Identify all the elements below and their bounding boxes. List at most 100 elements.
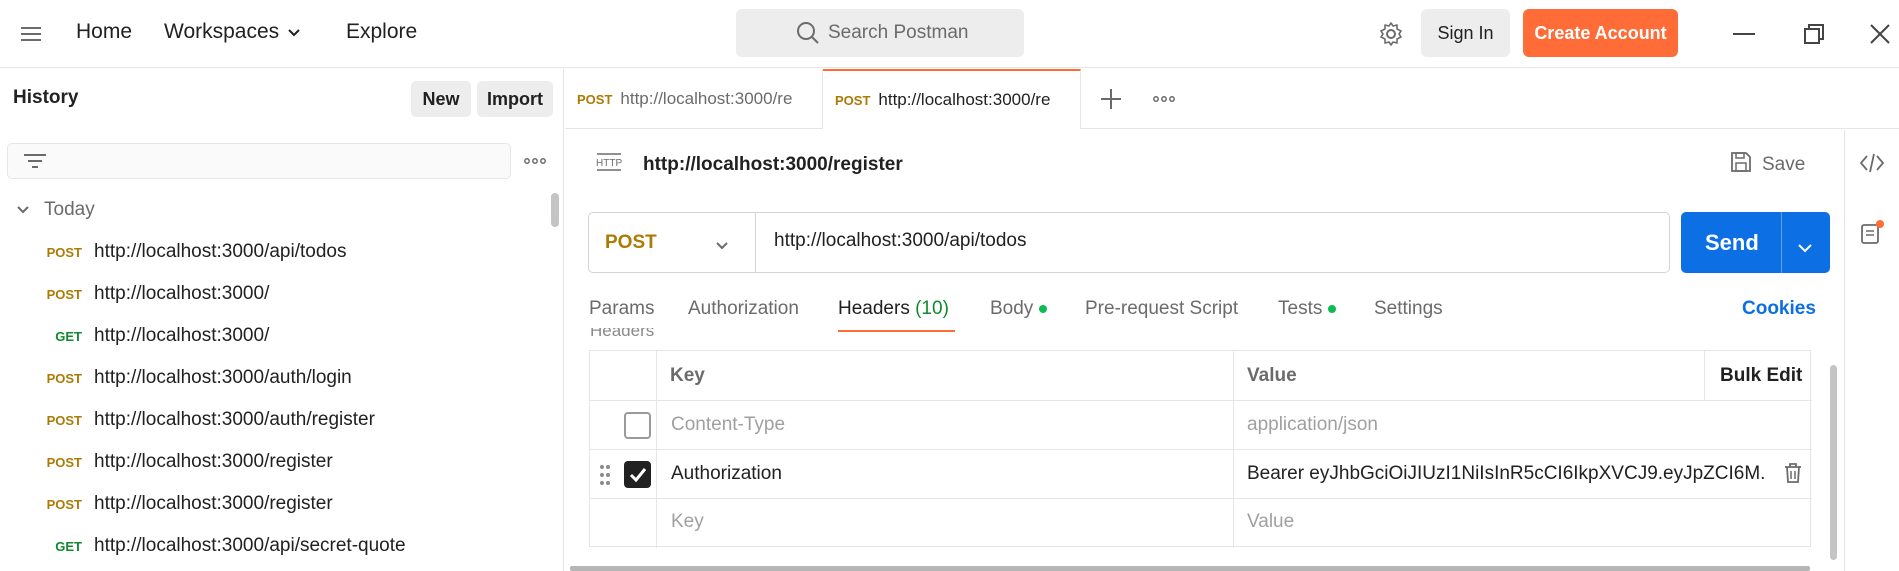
url-bar: POST http://localhost:3000/api/todos [588, 212, 1670, 273]
history-group-today[interactable]: Today [16, 199, 95, 221]
restore-icon[interactable] [1800, 21, 1828, 47]
history-item-url: http://localhost:3000/api/todos [94, 241, 347, 262]
create-account-button[interactable]: Create Account [1523, 9, 1678, 57]
documentation-icon[interactable] [1857, 218, 1887, 248]
url-input[interactable]: http://localhost:3000/api/todos [774, 230, 1026, 252]
tab-pre-request-script[interactable]: Pre-request Script [1085, 298, 1238, 320]
new-header-key-input[interactable]: Key [671, 511, 704, 533]
tab-headers[interactable]: Headers (10) [838, 298, 949, 320]
chevron-down-icon [16, 199, 30, 221]
column-header-key: Key [670, 365, 705, 386]
nav-home[interactable]: Home [76, 20, 132, 44]
nav-explore[interactable]: Explore [346, 20, 417, 44]
code-icon[interactable] [1857, 150, 1887, 176]
request-tab-url: http://localhost:3000/re [878, 90, 1051, 109]
history-item[interactable]: GET http://localhost:3000/api/secret-quo… [0, 525, 548, 567]
row-checkbox[interactable] [624, 412, 651, 439]
cookies-link[interactable]: Cookies [1742, 298, 1816, 320]
more-options-icon[interactable] [522, 149, 548, 173]
method-badge: POST [46, 286, 82, 302]
http-icon: HTTP [593, 150, 625, 179]
history-item-url: http://localhost:3000/register [94, 493, 333, 514]
header-value-cell[interactable]: application/json [1247, 414, 1378, 436]
column-header-value: Value [1247, 365, 1297, 386]
history-item[interactable]: POST http://localhost:3000/auth/login [0, 357, 548, 399]
top-bar: Home Workspaces Explore Search Postman S… [0, 0, 1899, 68]
search-icon [796, 21, 820, 51]
history-item-url: http://localhost:3000/auth/register [94, 409, 375, 430]
method-badge: POST [46, 454, 82, 470]
history-item[interactable]: POST http://localhost:3000/auth/register [0, 399, 548, 441]
http-badge-text: HTTP [596, 158, 622, 169]
method-select[interactable]: POST [589, 213, 756, 272]
send-divider [1781, 212, 1782, 273]
header-value-cell[interactable]: Bearer eyJhbGciOiJIUzI1NiIsInR5cCI6IkpXV… [1247, 463, 1767, 485]
more-tabs-icon[interactable] [1151, 87, 1177, 111]
request-tab[interactable]: POST http://localhost:3000/re [565, 69, 823, 129]
history-item-url: http://localhost:3000/ [94, 283, 270, 304]
search-placeholder: Search Postman [828, 22, 969, 43]
send-button[interactable]: Send [1681, 212, 1830, 273]
sidebar-scrollbar[interactable] [551, 193, 559, 227]
right-rail [1844, 130, 1899, 571]
gear-icon[interactable] [1378, 21, 1404, 47]
import-button[interactable]: Import [477, 81, 553, 117]
chevron-down-icon[interactable] [1797, 234, 1813, 260]
trash-icon[interactable] [1784, 463, 1802, 488]
nav-workspaces[interactable]: Workspaces [164, 20, 301, 44]
new-tab-plus-icon[interactable] [1098, 86, 1124, 112]
history-item[interactable]: POST http://localhost:3000/ [0, 273, 548, 315]
method-badge: POST [835, 92, 871, 108]
headers-table: Key Value Bulk Edit Content-Type applica… [589, 350, 1812, 548]
status-dot [1328, 304, 1337, 313]
active-tab-underline [838, 330, 955, 332]
send-label: Send [1705, 230, 1759, 255]
method-badge: POST [46, 244, 82, 260]
chevron-down-icon [715, 235, 729, 257]
history-item[interactable]: POST http://localhost:3000/register [0, 441, 548, 483]
status-dot [1039, 304, 1048, 313]
history-item-url: http://localhost:3000/api/secret-quote [94, 535, 406, 556]
search-input[interactable]: Search Postman [736, 9, 1024, 57]
tab-authorization[interactable]: Authorization [688, 298, 799, 320]
table-scrollbar[interactable] [1830, 365, 1837, 560]
header-key-cell[interactable]: Content-Type [671, 414, 785, 436]
tab-headers-count: (10) [915, 298, 949, 319]
method-select-value: POST [605, 231, 657, 253]
request-tab-active[interactable]: POST http://localhost:3000/re [823, 69, 1081, 129]
row-checkbox-checked[interactable] [624, 461, 651, 488]
history-group-label: Today [44, 199, 95, 220]
minimize-icon[interactable] [1730, 22, 1758, 46]
history-filter-input[interactable] [7, 143, 511, 179]
history-item[interactable]: POST http://localhost:3000/register [0, 483, 548, 525]
tab-settings[interactable]: Settings [1374, 298, 1443, 320]
tab-body[interactable]: Body [990, 298, 1048, 320]
save-button[interactable]: Save [1730, 151, 1805, 179]
request-title-row: HTTP http://localhost:3000/register [593, 150, 903, 179]
history-sidebar: History New Import Today POST http://loc… [0, 69, 564, 571]
history-item[interactable]: POST http://localhost:3000/api/todos [0, 231, 548, 273]
history-item[interactable]: GET http://localhost:3000/ [0, 315, 548, 357]
chevron-down-icon [287, 20, 301, 44]
nav-workspaces-label: Workspaces [164, 20, 280, 43]
drag-handle-icon[interactable] [599, 464, 611, 491]
new-header-value-input[interactable]: Value [1247, 511, 1294, 533]
method-badge: POST [46, 496, 82, 512]
tab-params[interactable]: Params [589, 298, 654, 320]
close-icon[interactable] [1866, 20, 1894, 48]
tab-tests-label: Tests [1278, 298, 1323, 319]
request-title[interactable]: http://localhost:3000/register [643, 154, 903, 176]
tab-headers-label: Headers [838, 298, 910, 319]
header-key-cell[interactable]: Authorization [671, 463, 782, 485]
tab-tests[interactable]: Tests [1278, 298, 1337, 320]
history-item-url: http://localhost:3000/auth/login [94, 367, 352, 388]
new-button[interactable]: New [411, 81, 471, 117]
method-badge: POST [577, 91, 613, 107]
menu-icon[interactable] [18, 22, 44, 46]
save-icon [1730, 151, 1752, 179]
filter-icon [24, 152, 46, 175]
sign-in-button[interactable]: Sign In [1421, 9, 1510, 57]
bulk-edit-button[interactable]: Bulk Edit [1720, 365, 1802, 387]
horizontal-scrollbar[interactable] [570, 566, 1810, 571]
history-item-url: http://localhost:3000/ [94, 325, 270, 346]
